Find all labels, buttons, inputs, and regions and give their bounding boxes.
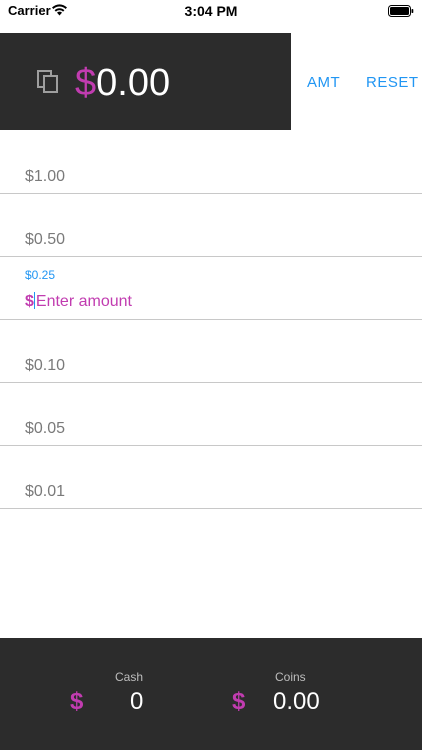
- battery-icon: [388, 5, 414, 17]
- summary-footer: Cash $ 0 Coins $ 0.00: [0, 638, 422, 750]
- amt-button[interactable]: AMT: [307, 74, 340, 91]
- status-bar: Carrier 3:04 PM: [0, 0, 422, 24]
- coins-label: Coins: [275, 670, 306, 684]
- status-time: 3:04 PM: [184, 3, 238, 19]
- denomination-label: $0.10: [25, 357, 66, 374]
- total-currency-symbol: $: [75, 62, 97, 104]
- reset-button[interactable]: RESET: [366, 74, 419, 91]
- denomination-row-0-05[interactable]: $0.05: [0, 382, 422, 446]
- cash-value: 0: [130, 688, 144, 715]
- coins-currency-symbol: $: [232, 688, 246, 715]
- coins-value: 0.00: [273, 688, 320, 715]
- total-value: 0.00: [96, 62, 171, 104]
- denomination-row-0-01[interactable]: $0.01: [0, 445, 422, 509]
- input-currency-symbol: $: [25, 293, 34, 310]
- text-cursor: [33, 292, 35, 309]
- denomination-label: $1.00: [25, 168, 66, 185]
- denomination-label: $0.05: [25, 420, 66, 437]
- denomination-row-1-00[interactable]: $1.00: [0, 130, 422, 194]
- cash-currency-symbol: $: [70, 688, 84, 715]
- denomination-label: $0.50: [25, 231, 66, 248]
- amount-input[interactable]: $ Enter amount: [25, 292, 132, 311]
- denomination-row-0-10[interactable]: $0.10: [0, 319, 422, 383]
- denomination-row-0-50[interactable]: $0.50: [0, 193, 422, 257]
- amount-placeholder: Enter amount: [35, 293, 132, 310]
- denomination-label: $0.01: [25, 483, 66, 500]
- copy-icon[interactable]: [37, 70, 59, 94]
- total-amount: $0.00: [75, 61, 170, 105]
- denomination-row-0-25[interactable]: $0.25 $ Enter amount: [0, 256, 422, 320]
- denomination-floating-label: $0.25: [25, 268, 56, 282]
- cash-label: Cash: [115, 670, 144, 684]
